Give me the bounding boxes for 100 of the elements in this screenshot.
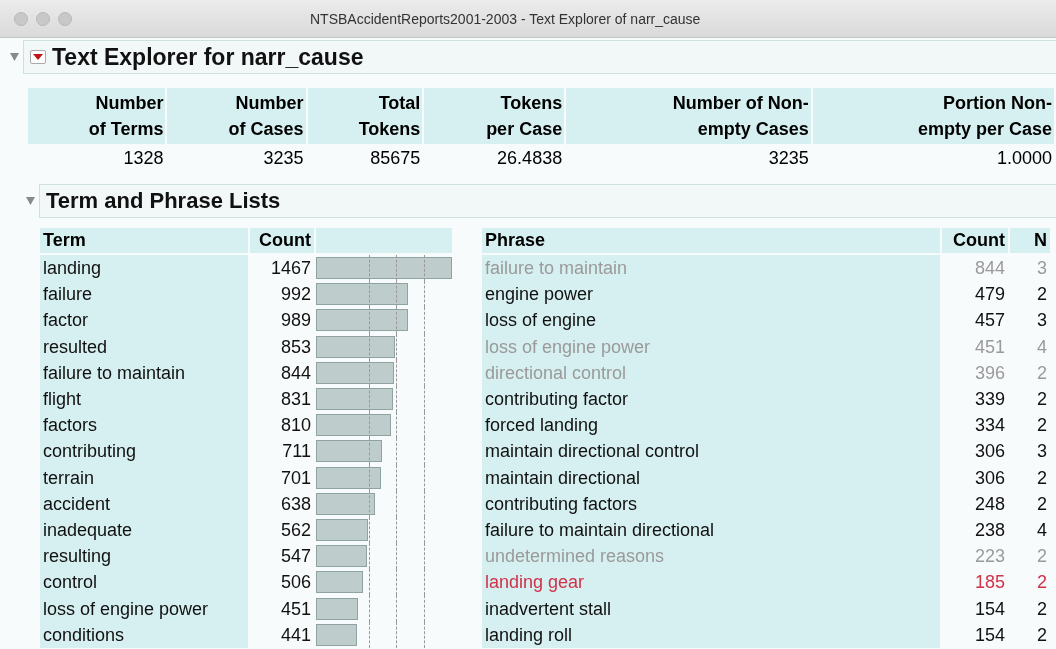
table-cell[interactable]: contributing [40,438,248,465]
count-bar [316,545,367,568]
count-bar [316,518,369,541]
column-header: Number of Non- empty Cases [566,88,811,144]
table-cell-text: 3235 [767,147,810,170]
table-cell[interactable]: maintain directional control [482,438,940,465]
count-bar [316,492,376,515]
count-bar [316,597,358,620]
table-cell-text: 457 [973,309,1006,333]
table-cell-text: 185 [973,571,1006,595]
table-cell-text: 1467 [269,257,312,281]
table-cell-text: 248 [973,492,1006,516]
table-cell-text: 1328 [122,147,165,170]
table-cell-text: 3 [1036,309,1048,333]
table-cell-text: 2 [1036,466,1048,490]
window-title: NTSBAccidentReports2001-2003 - Text Explorer of narr_cause [310,10,701,27]
table-cell[interactable]: control [40,569,248,596]
column-header[interactable]: Phrase [482,228,940,255]
table-cell-text: 810 [279,414,312,438]
table-cell-text: 223 [973,545,1006,569]
table-cell[interactable]: loss of engine [482,307,940,334]
column-header: Number of Terms [28,88,166,144]
table-cell-text: 506 [279,571,312,595]
table-cell[interactable]: engine power [482,281,940,308]
table-cell[interactable]: factors [40,412,248,439]
count-bar [316,466,381,489]
table-cell-text: 844 [973,257,1006,281]
table-cell[interactable]: loss of engine power [40,595,248,622]
report-title: Text Explorer for narr_cause [52,43,364,71]
table-cell-text: 562 [279,518,312,542]
table-cell[interactable]: flight [40,385,248,413]
table-cell[interactable]: conditions [40,621,248,648]
table-cell[interactable]: maintain directional [482,464,940,491]
table-cell-text: 844 [279,361,312,385]
table-cell-text: 306 [973,440,1006,464]
table-cell-text: 306 [973,466,1006,490]
table-cell-text: 479 [973,283,1006,307]
table-cell-text: 547 [279,545,312,569]
table-cell-text: 334 [973,414,1006,438]
table-cell-text: 831 [279,388,312,412]
table-cell[interactable]: contributing factor [482,385,940,413]
table-cell-text: 2 [1036,492,1048,516]
table-cell[interactable]: terrain [40,464,248,491]
table-cell[interactable]: failure [40,281,248,308]
table-cell-text: 3 [1036,440,1048,464]
table-cell-text: 4 [1036,335,1048,359]
table-cell-text: 451 [279,597,312,621]
table-cell-text: 339 [973,388,1006,412]
table-cell-text: 2 [1036,283,1048,307]
count-bar [316,623,357,646]
table-cell-text: 4 [1036,518,1048,542]
table-cell-text: 154 [973,623,1006,647]
table-cell-text: 85675 [369,147,422,170]
table-cell[interactable]: landing [40,255,248,282]
dropdown-menu-icon[interactable] [30,50,46,64]
column-header[interactable]: Count [942,228,1008,255]
table-cell[interactable]: factor [40,307,248,334]
table-cell-text: 701 [279,466,312,490]
table-cell[interactable]: failure to maintain directional [482,516,940,544]
table-cell-text: 2 [1036,623,1048,647]
table-cell-text: 1.0000 [995,147,1053,170]
table-cell[interactable]: resulting [40,543,248,570]
table-cell-text: 989 [279,309,312,333]
table-cell[interactable]: landing roll [482,621,940,648]
section-title: Term and Phrase Lists [46,188,281,214]
table-cell-text: 992 [279,283,312,307]
table-cell[interactable]: resulted [40,333,248,360]
column-header: Tokens per Case [424,88,565,144]
table-cell[interactable]: contributing factors [482,490,940,517]
table-cell[interactable]: inadvertent stall [482,595,940,622]
table-cell-text: 638 [279,492,312,516]
disclosure-triangle-icon[interactable] [10,53,19,61]
table-cell-text: 2 [1036,388,1048,412]
table-cell-text: 711 [281,440,312,464]
table-cell[interactable]: accident [40,490,248,517]
table-cell-text: 154 [973,597,1006,621]
disclosure-triangle-icon[interactable] [26,197,35,205]
table-cell-text: 2 [1036,361,1048,385]
table-cell[interactable]: forced landing [482,412,940,439]
table-cell-text: 26.4838 [496,147,564,170]
table-cell-text: 3 [1036,257,1048,281]
column-header: Total Tokens [307,88,423,144]
table-cell-text: 451 [973,335,1006,359]
table-cell-text: 238 [973,518,1006,542]
count-bar [316,571,363,594]
table-cell-text: 2 [1036,571,1048,595]
table-cell-text: 2 [1036,597,1048,621]
table-cell[interactable]: landing gear [482,569,940,596]
column-header[interactable]: Count [250,228,314,255]
table-cell[interactable]: inadequate [40,516,248,544]
column-header[interactable]: Term [40,228,248,255]
column-header: Number of Cases [167,88,306,144]
table-cell-text: 441 [279,623,312,647]
column-header: Portion Non- empty per Case [812,88,1054,144]
column-header[interactable]: N [1010,228,1050,255]
table-cell-text: 2 [1036,545,1048,569]
table-cell-text: 853 [279,335,312,359]
table-cell[interactable]: failure to maintain [40,359,248,386]
table-cell-text: 3235 [262,147,305,170]
table-cell-text: 396 [973,361,1006,385]
